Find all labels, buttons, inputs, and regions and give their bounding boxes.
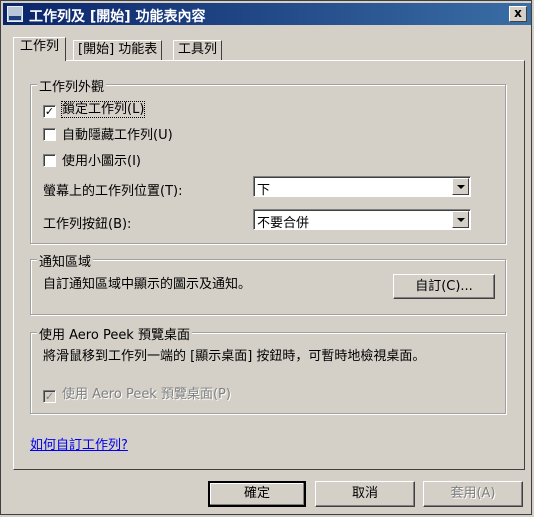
close-button[interactable]: x: [509, 6, 527, 22]
lock-taskbar-row[interactable]: ✓ 鎖定工作列(L): [43, 98, 146, 118]
appearance-group: 工作列外觀 ✓ 鎖定工作列(L) 自動隱藏工作列(U) 使用小圖示(I) 螢幕上的…: [30, 76, 506, 244]
window-title: 工作列及 [開始] 功能表內容: [29, 9, 206, 25]
cancel-button[interactable]: 取消: [315, 481, 415, 507]
dialog-window: 工作列及 [開始] 功能表內容 x 工作列 [開始] 功能表 工具列 工作列外觀…: [0, 0, 532, 515]
lock-taskbar-label: 鎖定工作列(L): [60, 101, 146, 118]
help-link[interactable]: 如何自訂工作列?: [30, 434, 128, 453]
buttons-combobox[interactable]: 不要合併: [253, 209, 471, 231]
buttons-label: 工作列按鈕(B):: [43, 217, 132, 232]
chevron-down-icon[interactable]: [452, 211, 469, 228]
tab-toolbars[interactable]: 工具列: [173, 40, 223, 60]
customize-button[interactable]: 自訂(C)...: [393, 274, 495, 299]
tab-start-menu[interactable]: [開始] 功能表: [73, 40, 163, 60]
aero-peek-legend: 使用 Aero Peek 預覽桌面: [37, 324, 192, 343]
notification-group: 通知區域 自訂通知區域中顯示的圖示及通知。 自訂(C)...: [30, 251, 506, 315]
location-combobox[interactable]: 下: [253, 176, 471, 198]
aero-peek-checkbox: ✓: [43, 390, 56, 403]
small-icons-label: 使用小圖示(I): [62, 154, 141, 169]
chevron-down-icon[interactable]: [452, 178, 469, 195]
taskbar-properties-icon: [7, 6, 23, 22]
aero-peek-label: 使用 Aero Peek 預覽桌面(P): [62, 387, 231, 402]
autohide-row[interactable]: 自動隱藏工作列(U): [43, 124, 173, 143]
aero-peek-row: ✓ 使用 Aero Peek 預覽桌面(P): [43, 383, 231, 403]
aero-peek-group: 使用 Aero Peek 預覽桌面 將滑鼠移到工作列一端的 [顯示桌面] 按鈕時…: [30, 324, 506, 414]
aero-peek-description: 將滑鼠移到工作列一端的 [顯示桌面] 按鈕時，可暫時地檢視桌面。: [43, 349, 426, 364]
autohide-checkbox[interactable]: [43, 128, 56, 141]
tab-panel-taskbar: 工作列外觀 ✓ 鎖定工作列(L) 自動隱藏工作列(U) 使用小圖示(I) 螢幕上的…: [13, 60, 525, 470]
lock-taskbar-checkbox[interactable]: ✓: [43, 105, 56, 118]
buttons-value: 不要合併: [257, 216, 310, 231]
ok-button[interactable]: 確定: [208, 481, 306, 507]
location-value: 下: [257, 183, 271, 198]
appearance-legend: 工作列外觀: [37, 76, 107, 95]
title-bar[interactable]: 工作列及 [開始] 功能表內容 x: [3, 3, 531, 25]
tab-taskbar[interactable]: 工作列: [13, 37, 67, 61]
notification-description: 自訂通知區域中顯示的圖示及通知。: [43, 277, 252, 292]
small-icons-checkbox[interactable]: [43, 154, 56, 167]
small-icons-row[interactable]: 使用小圖示(I): [43, 150, 141, 169]
autohide-label: 自動隱藏工作列(U): [62, 128, 173, 143]
notification-legend: 通知區域: [37, 251, 94, 270]
apply-button: 套用(A): [423, 481, 523, 507]
location-label: 螢幕上的工作列位置(T):: [43, 184, 183, 199]
